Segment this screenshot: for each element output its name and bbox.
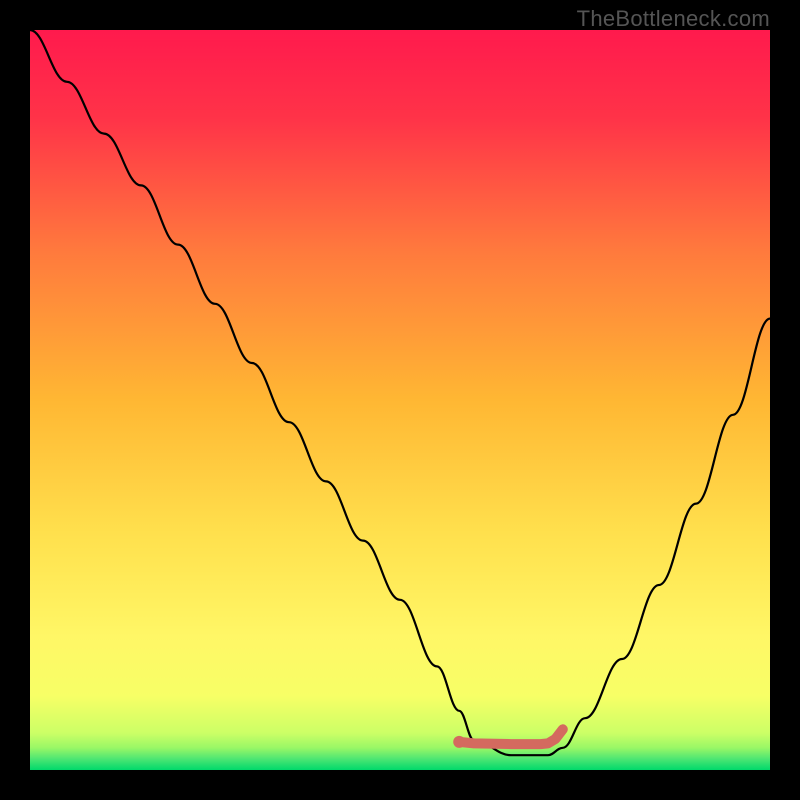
watermark-text: TheBottleneck.com xyxy=(577,6,770,32)
plot-area xyxy=(30,30,770,770)
chart-frame: TheBottleneck.com xyxy=(0,0,800,800)
optimal-marker-dot xyxy=(453,736,465,748)
chart-svg xyxy=(30,30,770,770)
gradient-background xyxy=(30,30,770,770)
